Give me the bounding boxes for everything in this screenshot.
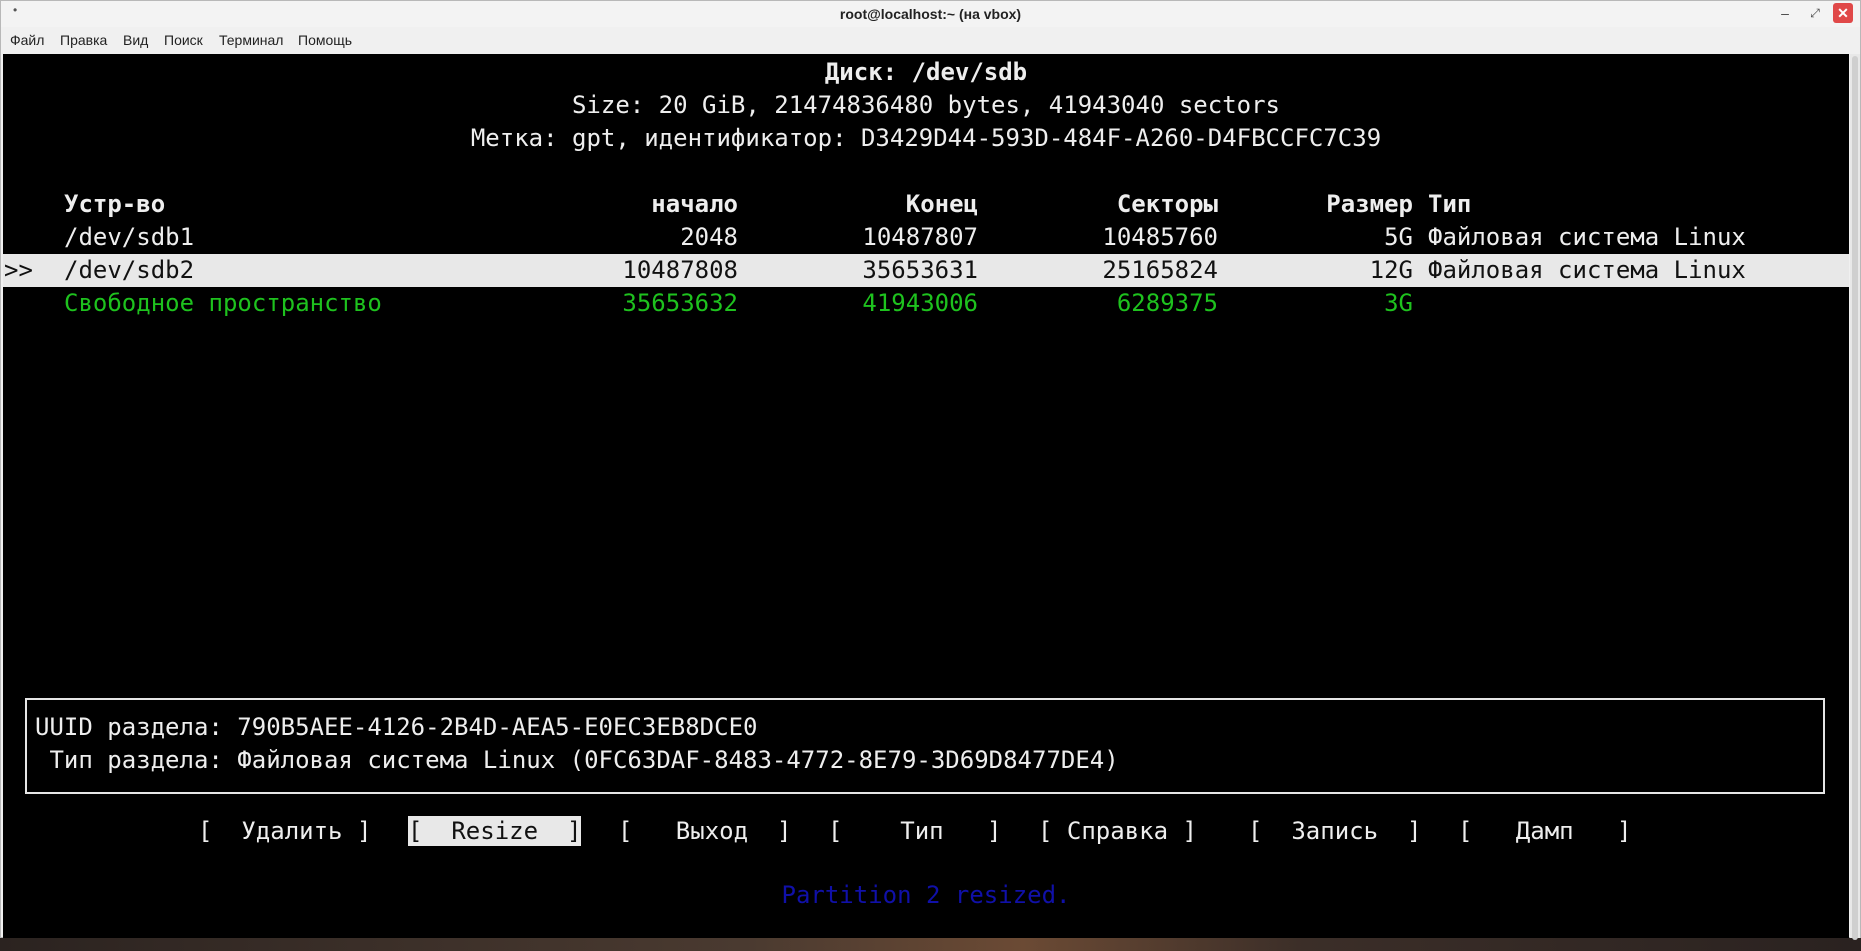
row-start: 10487808: [622, 256, 738, 284]
row-start: 2048: [680, 223, 738, 251]
disk-heading: Диск: /dev/sdb: [824, 58, 1028, 86]
menu-help[interactable]: Помощь: [298, 32, 352, 48]
header-type: Тип: [1428, 190, 1472, 218]
row-device: /dev/sdb2: [64, 256, 195, 284]
header-start: начало: [651, 190, 738, 218]
menu-terminal[interactable]: Терминал: [219, 32, 283, 48]
row-size: 5G: [1384, 223, 1413, 251]
row-size: 3G: [1384, 289, 1413, 317]
type-button[interactable]: [ Тип ]: [828, 816, 1001, 846]
help-button[interactable]: [ Справка ]: [1038, 816, 1197, 846]
terminal-area[interactable]: Диск: /dev/sdb Size: 20 GiB, 21474836480…: [3, 54, 1849, 938]
row-end: 41943006: [862, 289, 978, 317]
dump-button[interactable]: [ Дамп ]: [1458, 816, 1631, 846]
row-device: /dev/sdb1: [64, 223, 195, 251]
menu-bar: Файл Правка Вид Поиск Терминал Помощь: [1, 28, 1860, 52]
window-title: root@localhost:~ (на vbox): [839, 6, 1022, 22]
disk-label-line: Метка: gpt, идентификатор: D3429D44-593D…: [470, 124, 1382, 152]
menu-search[interactable]: Поиск: [164, 32, 203, 48]
row-end: 35653631: [862, 256, 978, 284]
maximize-icon[interactable]: ⤢: [1805, 3, 1825, 23]
header-device: Устр-во: [64, 190, 166, 218]
terminal-window: • root@localhost:~ (на vbox) – ⤢ ✕ Файл …: [0, 0, 1861, 940]
row-sectors: 6289375: [1116, 289, 1218, 317]
row-start: 35653632: [622, 289, 738, 317]
menu-view[interactable]: Вид: [123, 32, 148, 48]
partition-uuid: UUID раздела: 790B5AEE-4126-2B4D-AEA5-E0…: [35, 713, 758, 741]
write-button[interactable]: [ Запись ]: [1248, 816, 1421, 846]
title-bar[interactable]: • root@localhost:~ (на vbox) – ⤢ ✕: [1, 1, 1860, 27]
row-sectors: 25165824: [1102, 256, 1218, 284]
row-sectors: 10485760: [1102, 223, 1218, 251]
scrollbar-thumb[interactable]: [1852, 56, 1858, 940]
menu-edit[interactable]: Правка: [60, 32, 107, 48]
desktop-background: [0, 938, 1861, 951]
delete-button[interactable]: [ Удалить ]: [198, 816, 371, 846]
disk-size-line: Size: 20 GiB, 21474836480 bytes, 4194304…: [571, 91, 1280, 119]
partition-info-box: UUID раздела: 790B5AEE-4126-2B4D-AEA5-E0…: [25, 698, 1825, 794]
header-size: Размер: [1326, 190, 1413, 218]
status-message: Partition 2 resized.: [781, 881, 1071, 909]
minimize-icon[interactable]: –: [1775, 3, 1795, 23]
row-type: Файловая система Linux: [1428, 223, 1746, 251]
close-icon[interactable]: ✕: [1833, 3, 1853, 23]
resize-button[interactable]: [ Resize ]: [408, 816, 582, 846]
row-device: Свободное пространство: [64, 289, 382, 317]
quit-button[interactable]: [ Выход ]: [618, 816, 791, 846]
row-type: Файловая система Linux: [1428, 256, 1746, 284]
row-end: 10487807: [862, 223, 978, 251]
row-size: 12G: [1369, 256, 1413, 284]
menu-file[interactable]: Файл: [10, 32, 44, 48]
header-sectors: Секторы: [1116, 190, 1218, 218]
terminal-scrollbar[interactable]: [1850, 54, 1860, 940]
row-selection-marker: >>: [4, 256, 33, 284]
partition-type: Тип раздела: Файловая система Linux (0FC…: [35, 746, 1119, 774]
header-end: Конец: [905, 190, 978, 218]
